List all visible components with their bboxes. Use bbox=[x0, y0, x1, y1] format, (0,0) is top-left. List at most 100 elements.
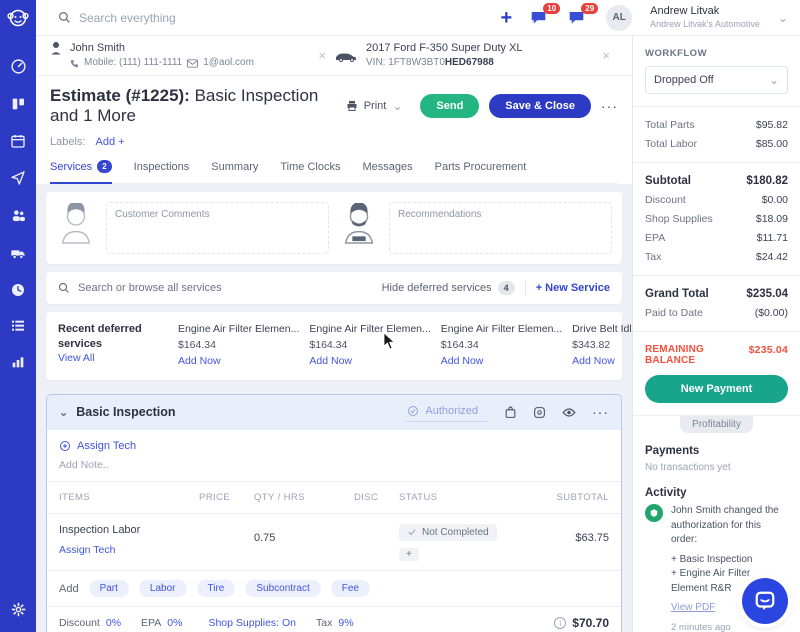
print-button[interactable]: Print bbox=[338, 94, 411, 118]
tab-summary[interactable]: Summary bbox=[211, 160, 258, 183]
new-payment-button[interactable]: New Payment bbox=[645, 375, 788, 403]
add-subcontract-button[interactable]: Subcontract bbox=[245, 580, 320, 597]
more-actions-icon[interactable] bbox=[601, 98, 618, 114]
page-title: Estimate (#1225): Basic Inspection and 1… bbox=[50, 86, 338, 126]
shop-supplies-value: $18.09 bbox=[756, 213, 788, 225]
customer-vehicle-bar: John Smith Mobile: (111) 111-1111 1@aol.… bbox=[36, 36, 632, 76]
authorized-status-badge[interactable]: Authorized bbox=[405, 403, 488, 422]
sidebar-item-lists[interactable] bbox=[10, 319, 26, 333]
view-all-link[interactable]: View All bbox=[58, 352, 168, 364]
tab-time-clocks[interactable]: Time Clocks bbox=[280, 160, 340, 183]
sidebar-item-timeclocks[interactable] bbox=[10, 282, 26, 298]
chat-widget-button[interactable] bbox=[742, 578, 788, 624]
hide-deferred-toggle[interactable]: Hide deferred services 4 bbox=[382, 281, 515, 295]
save-close-button[interactable]: Save & Close bbox=[489, 94, 591, 118]
mechanic-illustration-avatar bbox=[339, 202, 379, 246]
vehicle-summary[interactable]: 2017 Ford F-350 Super Duty XL VIN: 1FT8W… bbox=[334, 41, 594, 70]
user-avatar[interactable]: AL bbox=[606, 5, 632, 31]
item-name: Inspection Labor bbox=[59, 524, 199, 536]
add-part-button[interactable]: Part bbox=[89, 580, 129, 597]
sidebar-item-dashboard[interactable] bbox=[10, 58, 27, 75]
tab-services[interactable]: Services 2 bbox=[50, 160, 112, 184]
divider bbox=[633, 331, 800, 332]
sidebar-item-vehicles[interactable] bbox=[9, 245, 27, 261]
top-bar: + 10 29 AL Andrew Litvak Andrew Litvak's… bbox=[0, 0, 800, 36]
app-window: + 10 29 AL Andrew Litvak Andrew Litvak's… bbox=[0, 0, 800, 632]
parts-basket-icon[interactable] bbox=[504, 406, 517, 419]
estimate-number: Estimate (#1225): bbox=[50, 86, 190, 105]
add-now-link[interactable]: Add Now bbox=[178, 354, 299, 370]
add-line-row: Add Part Labor Tire Subcontract Fee bbox=[47, 571, 621, 607]
view-pdf-link[interactable]: View PDF bbox=[671, 601, 715, 616]
print-label: Print bbox=[364, 100, 387, 112]
recommendations-input[interactable]: Recommendations bbox=[389, 202, 612, 254]
workflow-select[interactable]: Dropped Off bbox=[645, 66, 788, 94]
paid-to-date-value: ($0.00) bbox=[755, 307, 788, 319]
global-search-input[interactable] bbox=[79, 11, 379, 25]
tab-inspections[interactable]: Inspections bbox=[134, 160, 190, 183]
add-label-button[interactable]: Add + bbox=[95, 136, 124, 148]
service-card-basic-inspection: Basic Inspection Authorized bbox=[46, 394, 622, 632]
customer-comments-input[interactable]: Customer Comments bbox=[106, 202, 329, 254]
add-status-button[interactable]: + bbox=[399, 548, 419, 561]
discount-value[interactable]: 0% bbox=[106, 617, 121, 629]
comments-card: Customer Comments Recommendations bbox=[46, 192, 622, 264]
tab-parts-procurement[interactable]: Parts Procurement bbox=[435, 160, 527, 183]
add-note-input[interactable]: Add Note.. bbox=[59, 459, 609, 471]
grand-total-value: $235.04 bbox=[746, 288, 788, 300]
add-labor-button[interactable]: Labor bbox=[139, 580, 187, 597]
row-assign-tech-link[interactable]: Assign Tech bbox=[59, 544, 199, 556]
subtotal-value: $180.82 bbox=[746, 175, 788, 187]
user-menu-chevron-icon[interactable] bbox=[778, 11, 788, 25]
service-search-input[interactable] bbox=[78, 282, 318, 294]
item-status-dropdown[interactable]: Not Completed bbox=[399, 524, 497, 541]
deferred-price: $164.34 bbox=[441, 338, 562, 354]
tax-value: $24.42 bbox=[756, 251, 788, 263]
workflow-label: WORKFLOW bbox=[645, 48, 788, 59]
add-now-link[interactable]: Add Now bbox=[441, 354, 562, 370]
service-search-bar: Hide deferred services 4 + New Service bbox=[46, 272, 622, 304]
assign-tech-link[interactable]: Assign Tech bbox=[59, 440, 609, 452]
collapse-chevron-icon[interactable] bbox=[59, 406, 68, 419]
messages-button[interactable]: 29 bbox=[568, 10, 588, 26]
activity-text: John Smith changed the authorization for… bbox=[671, 504, 788, 548]
add-now-link[interactable]: Add Now bbox=[572, 354, 632, 370]
sidebar-item-workflow[interactable] bbox=[10, 96, 26, 112]
sidebar-item-calendar[interactable] bbox=[10, 133, 26, 149]
vehicle-name: 2017 Ford F-350 Super Duty XL bbox=[366, 41, 523, 56]
user-info[interactable]: Andrew Litvak Andrew Litvak's Automotive bbox=[650, 5, 760, 30]
mention-icon[interactable] bbox=[533, 406, 546, 419]
tab-messages[interactable]: Messages bbox=[362, 160, 412, 183]
service-more-icon[interactable] bbox=[592, 404, 609, 420]
eye-icon[interactable] bbox=[562, 407, 576, 418]
item-qty[interactable]: 0.75 bbox=[254, 524, 329, 544]
shopmonkey-logo[interactable] bbox=[0, 0, 36, 36]
item-row-inspection-labor[interactable]: Inspection Labor Assign Tech 0.75 Not Co… bbox=[47, 514, 621, 572]
new-service-button[interactable]: + New Service bbox=[536, 282, 610, 294]
epa-label: EPA bbox=[645, 232, 665, 244]
profitability-tab[interactable]: Profitability bbox=[680, 416, 753, 433]
send-button[interactable]: Send bbox=[420, 94, 479, 118]
tax-value[interactable]: 9% bbox=[338, 617, 353, 629]
user-organization: Andrew Litvak's Automotive bbox=[650, 19, 760, 30]
epa-value[interactable]: 0% bbox=[167, 617, 182, 629]
print-chevron-icon bbox=[392, 99, 402, 113]
topbar-actions: + 10 29 AL Andrew Litvak Andrew Litvak's… bbox=[500, 5, 800, 31]
customer-summary[interactable]: John Smith Mobile: (111) 111-1111 1@aol.… bbox=[50, 41, 310, 70]
service-card-header[interactable]: Basic Inspection Authorized bbox=[47, 395, 621, 430]
sidebar-item-customers[interactable] bbox=[10, 207, 27, 224]
sidebar-item-messages[interactable] bbox=[10, 170, 26, 186]
shop-supplies-toggle[interactable]: Shop Supplies: On bbox=[208, 617, 296, 629]
notifications-button[interactable]: 10 bbox=[530, 10, 550, 26]
add-now-link[interactable]: Add Now bbox=[309, 354, 430, 370]
car-icon bbox=[334, 50, 358, 62]
add-tire-button[interactable]: Tire bbox=[197, 580, 236, 597]
sidebar-item-settings[interactable] bbox=[0, 601, 36, 618]
message-count-badge: 29 bbox=[581, 3, 598, 14]
remove-vehicle-icon[interactable] bbox=[594, 48, 618, 63]
add-fee-button[interactable]: Fee bbox=[331, 580, 370, 597]
quick-add-button[interactable]: + bbox=[500, 8, 512, 28]
add-caption: Add bbox=[59, 583, 79, 595]
sidebar-item-reports[interactable] bbox=[10, 354, 26, 370]
remove-customer-icon[interactable] bbox=[310, 48, 334, 63]
